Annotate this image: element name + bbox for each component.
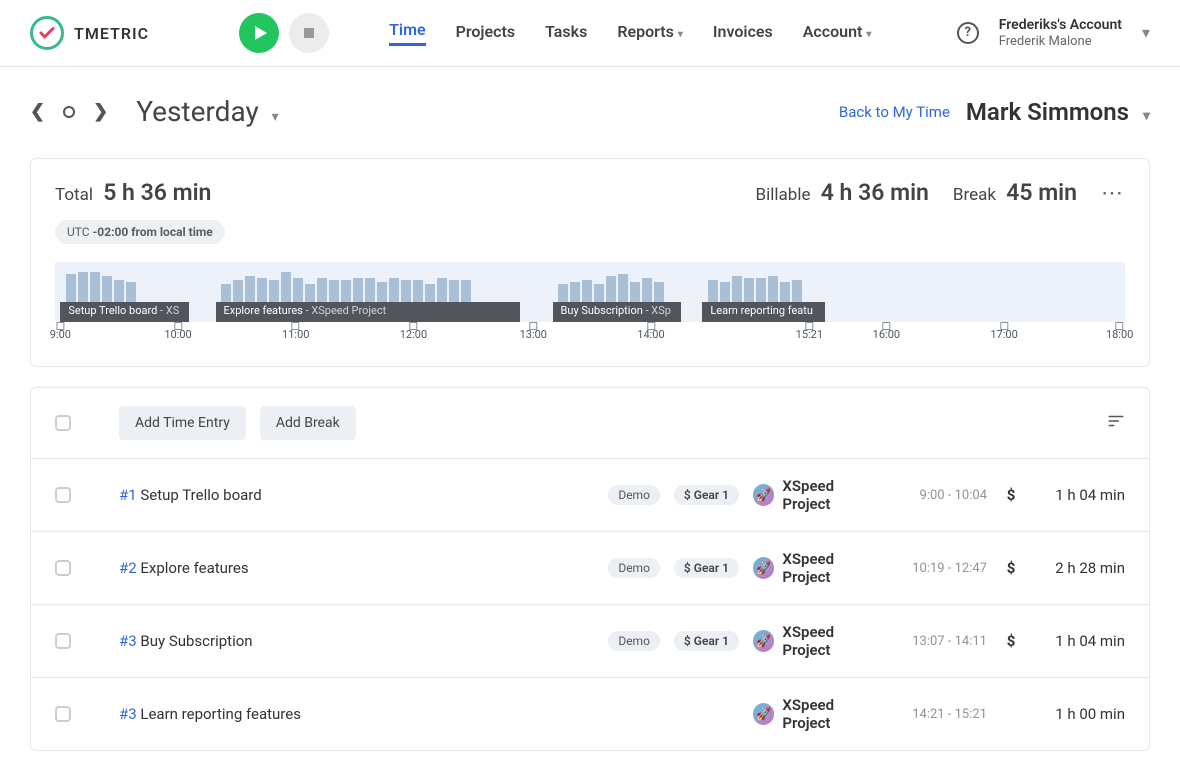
timeline-segment[interactable]: Setup Trello board - XS	[60, 302, 188, 322]
billable-icon: $	[1001, 486, 1021, 504]
project-icon: 🚀	[753, 557, 774, 579]
add-time-entry-button[interactable]: Add Time Entry	[119, 406, 246, 440]
project-icon: 🚀	[753, 630, 774, 652]
nav-account-label: Account	[803, 22, 863, 41]
help-icon[interactable]: ?	[957, 22, 979, 44]
account-dropdown[interactable]: Frederiks's Account Frederik Malone	[999, 17, 1122, 49]
billable-icon: $	[1001, 632, 1021, 650]
timeline-axis: 9:00 10:00 11:00 12:00 13:00 14:00 15:21…	[55, 326, 1125, 346]
entry-task: #3 Buy Subscription	[119, 632, 594, 650]
select-all-checkbox[interactable]	[55, 415, 71, 431]
today-button[interactable]	[63, 106, 75, 118]
entry-project[interactable]: 🚀XSpeed Project	[753, 696, 883, 732]
billable-time: Billable 4 h 36 min	[756, 179, 929, 206]
entry-project[interactable]: 🚀XSpeed Project	[753, 477, 883, 513]
tag-demo[interactable]: Demo	[608, 485, 660, 505]
chevron-down-icon: ▾	[866, 29, 871, 40]
entry-task: #3 Learn reporting features	[119, 705, 739, 723]
entry-time-range: 10:19 - 12:47	[897, 561, 987, 576]
prev-day-button[interactable]: ❮	[30, 101, 45, 122]
timeline-segment[interactable]: Explore features - XSpeed Project	[216, 302, 521, 322]
timezone-badge: UTC -02:00 from local time	[55, 220, 225, 244]
table-row[interactable]: #1 Setup Trello board Demo $ Gear 1 🚀XSpe…	[31, 459, 1149, 532]
account-user: Frederik Malone	[999, 34, 1122, 50]
entry-project[interactable]: 🚀XSpeed Project	[753, 623, 883, 659]
entry-task: #2 Explore features	[119, 559, 594, 577]
date-title: Yesterday	[136, 95, 259, 128]
tag-gear[interactable]: $ Gear 1	[674, 631, 739, 651]
entry-project[interactable]: 🚀XSpeed Project	[753, 550, 883, 586]
chevron-down-icon: ▾	[678, 29, 683, 40]
total-time: Total 5 h 36 min	[55, 179, 211, 206]
nav-reports[interactable]: Reports ▾	[617, 22, 683, 45]
entries-table: Add Time Entry Add Break #1 Setup Trello…	[30, 387, 1150, 751]
table-row[interactable]: #2 Explore features Demo $ Gear 1 🚀XSpeed…	[31, 532, 1149, 605]
chevron-down-icon: ▾	[272, 109, 279, 125]
next-day-button[interactable]: ❯	[93, 101, 108, 122]
entry-time-range: 9:00 - 10:04	[897, 488, 987, 503]
row-checkbox[interactable]	[55, 633, 71, 649]
entry-duration: 1 h 04 min	[1035, 486, 1125, 504]
entry-task: #1 Setup Trello board	[119, 486, 594, 504]
tag-demo[interactable]: Demo	[608, 558, 660, 578]
project-icon: 🚀	[753, 484, 774, 506]
timeline-segment[interactable]: Learn reporting featu	[702, 302, 825, 322]
row-checkbox[interactable]	[55, 560, 71, 576]
timeline-segment[interactable]: Buy Subscription - XSp	[553, 302, 681, 322]
person-selector[interactable]: Mark Simmons ▾	[966, 98, 1150, 126]
timeline[interactable]: Setup Trello board - XS Explore features…	[55, 262, 1125, 322]
back-to-my-time-link[interactable]: Back to My Time	[839, 103, 950, 121]
account-name: Frederiks's Account	[999, 17, 1122, 34]
nav-reports-label: Reports	[617, 22, 674, 41]
stop-icon	[304, 28, 314, 38]
tag-gear[interactable]: $ Gear 1	[674, 558, 739, 578]
add-break-button[interactable]: Add Break	[260, 406, 356, 440]
nav-time[interactable]: Time	[389, 20, 426, 46]
entry-time-range: 13:07 - 14:11	[897, 634, 987, 649]
play-button[interactable]	[239, 13, 279, 53]
table-row[interactable]: #3 Buy Subscription Demo $ Gear 1 🚀XSpeed…	[31, 605, 1149, 678]
chevron-down-icon: ▾	[1143, 108, 1150, 124]
tag-demo[interactable]: Demo	[608, 631, 660, 651]
brand-name: TMETRIC	[74, 24, 149, 43]
entry-duration: 1 h 04 min	[1035, 632, 1125, 650]
date-picker[interactable]: Yesterday ▾	[136, 95, 279, 128]
project-icon: 🚀	[753, 703, 774, 725]
stop-button[interactable]	[289, 13, 329, 53]
row-checkbox[interactable]	[55, 706, 71, 722]
sort-button[interactable]	[1107, 412, 1125, 434]
person-name: Mark Simmons	[966, 98, 1129, 126]
play-icon	[255, 26, 267, 40]
entry-duration: 1 h 00 min	[1035, 705, 1125, 723]
row-checkbox[interactable]	[55, 487, 71, 503]
nav-projects[interactable]: Projects	[456, 22, 516, 45]
tag-gear[interactable]: $ Gear 1	[674, 485, 739, 505]
nav-tasks[interactable]: Tasks	[545, 22, 587, 45]
more-options-button[interactable]: ⋯	[1101, 181, 1125, 206]
entry-time-range: 14:21 - 15:21	[897, 707, 987, 722]
logo[interactable]: TMETRIC	[30, 16, 149, 50]
chevron-down-icon: ▾	[1142, 23, 1150, 42]
nav-account[interactable]: Account▾	[803, 22, 872, 45]
logo-icon	[30, 16, 64, 50]
nav-invoices[interactable]: Invoices	[713, 22, 773, 45]
entry-duration: 2 h 28 min	[1035, 559, 1125, 577]
table-row[interactable]: #3 Learn reporting features 🚀XSpeed Proj…	[31, 678, 1149, 750]
billable-icon: $	[1001, 559, 1021, 577]
summary-card: Total 5 h 36 min Billable 4 h 36 min Bre…	[30, 158, 1150, 367]
break-time: Break 45 min	[953, 179, 1077, 206]
